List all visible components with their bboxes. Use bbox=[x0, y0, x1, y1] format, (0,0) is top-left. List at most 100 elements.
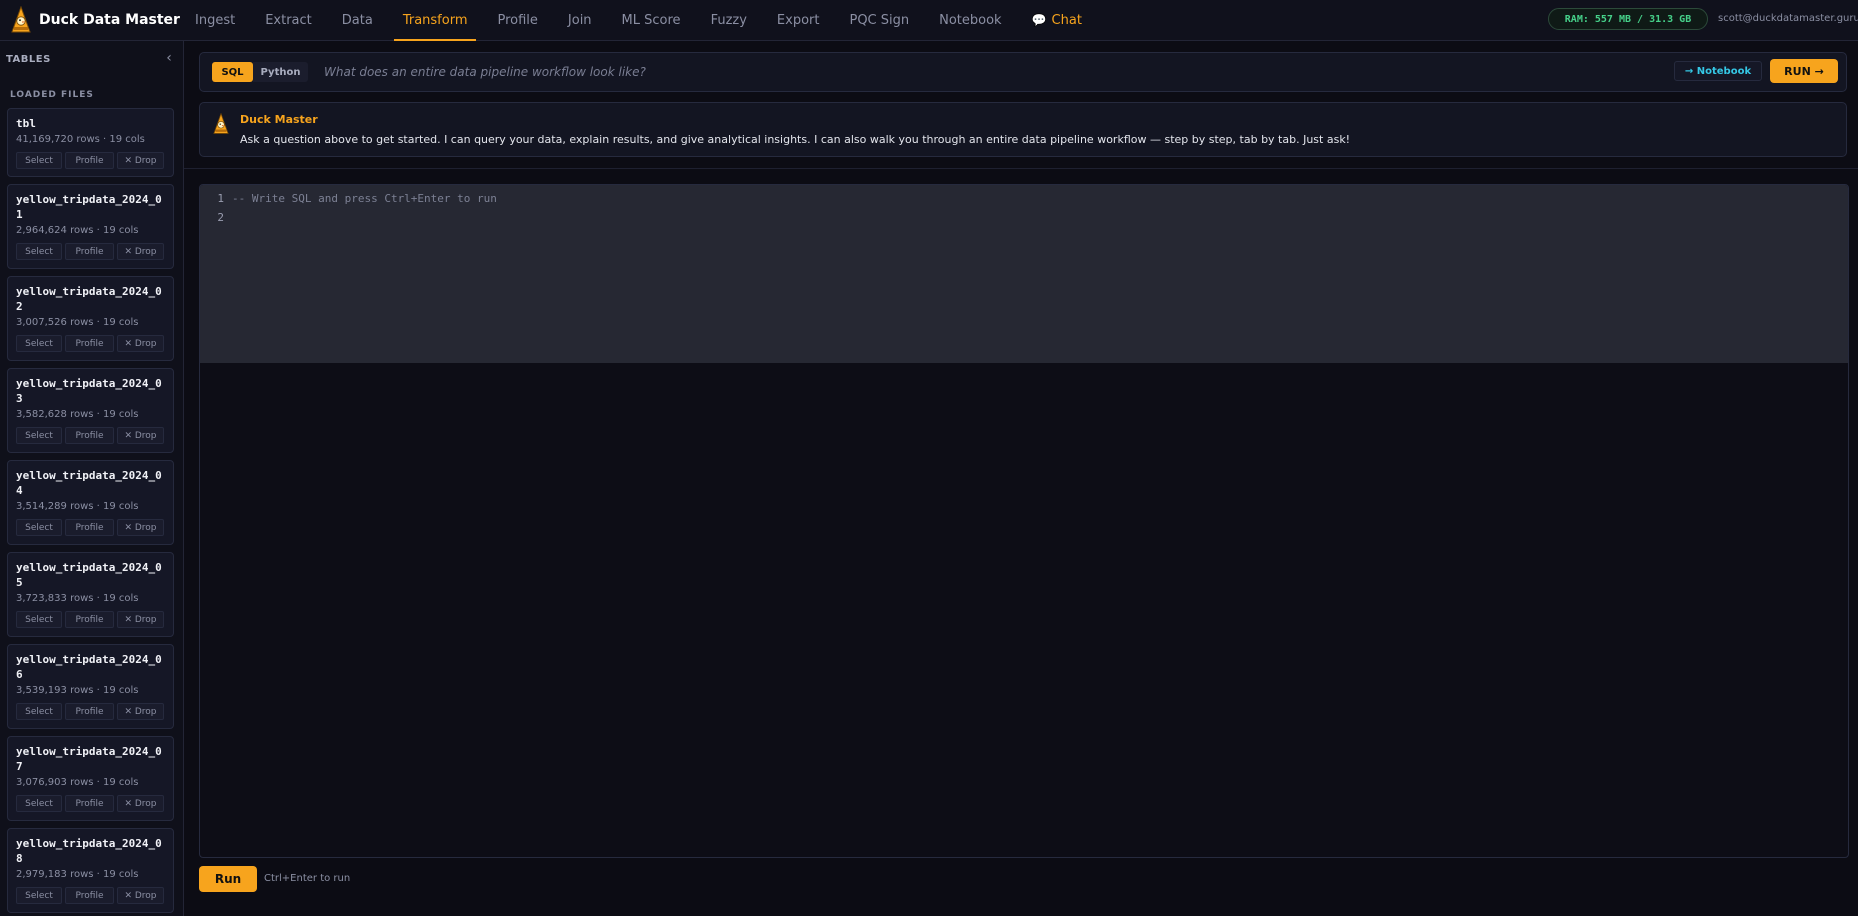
sidebar-title: TABLES bbox=[6, 54, 51, 65]
file-row-count: 3,514,289 rows · 19 cols bbox=[16, 501, 139, 512]
file-name: yellow_tripdata_2024_04 bbox=[16, 469, 162, 497]
loaded-files-heading: LOADED FILES bbox=[10, 90, 94, 100]
nav-tab-chat-label: Chat bbox=[1051, 12, 1082, 28]
nav-tab-chat[interactable]: 💬 Chat bbox=[1017, 0, 1097, 40]
file-name: yellow_tripdata_2024_01 bbox=[16, 193, 162, 221]
run-ask-button[interactable]: RUN → bbox=[1770, 59, 1838, 83]
file-card[interactable]: yellow_tripdata_2024_06 3,539,193 rows · … bbox=[7, 644, 174, 729]
mode-python-button[interactable]: Python bbox=[253, 62, 308, 82]
profile-table-button[interactable]: Profile bbox=[65, 611, 114, 628]
profile-table-button[interactable]: Profile bbox=[65, 427, 114, 444]
top-bar: Duck Data Master Ingest Extract Data Tra… bbox=[0, 0, 1858, 41]
file-name: yellow_tripdata_2024_02 bbox=[16, 285, 162, 313]
select-table-button[interactable]: Select bbox=[16, 703, 62, 720]
collapse-sidebar-icon[interactable]: ‹ bbox=[161, 50, 177, 68]
drop-table-button[interactable]: ✕ Drop bbox=[117, 887, 164, 904]
file-row-count: 3,076,903 rows · 19 cols bbox=[16, 777, 139, 788]
file-row-count: 41,169,720 rows · 19 cols bbox=[16, 134, 145, 145]
run-sql-button[interactable]: Run bbox=[199, 866, 257, 892]
profile-table-button[interactable]: Profile bbox=[65, 887, 114, 904]
drop-table-button[interactable]: ✕ Drop bbox=[117, 243, 164, 260]
nav-tab-pqc-sign[interactable]: PQC Sign bbox=[834, 0, 924, 40]
file-card[interactable]: yellow_tripdata_2024_07 3,076,903 rows · … bbox=[7, 736, 174, 821]
drop-table-button[interactable]: ✕ Drop bbox=[117, 427, 164, 444]
run-shortcut-hint: Ctrl+Enter to run bbox=[264, 873, 351, 884]
file-name: tbl bbox=[16, 117, 36, 130]
drop-table-button[interactable]: ✕ Drop bbox=[117, 519, 164, 536]
code-line: 1 -- Write SQL and press Ctrl+Enter to r… bbox=[200, 189, 1848, 208]
file-card[interactable]: yellow_tripdata_2024_08 2,979,183 rows · … bbox=[7, 828, 174, 913]
loaded-files-list: tbl 41,169,720 rows · 19 cols Select Profil… bbox=[7, 108, 175, 916]
tables-sidebar: TABLES ‹ LOADED FILES tbl 41,169,720 rows… bbox=[0, 41, 184, 916]
drop-table-button[interactable]: ✕ Drop bbox=[117, 795, 164, 812]
select-table-button[interactable]: Select bbox=[16, 611, 62, 628]
sql-editor[interactable]: 1 -- Write SQL and press Ctrl+Enter to r… bbox=[199, 184, 1849, 858]
file-actions: Select Profile ✕ Drop bbox=[16, 887, 165, 904]
file-row-count: 2,964,624 rows · 19 cols bbox=[16, 225, 139, 236]
select-table-button[interactable]: Select bbox=[16, 887, 62, 904]
send-to-notebook-button[interactable]: → Notebook bbox=[1674, 61, 1762, 81]
nav-tab-export[interactable]: Export bbox=[762, 0, 835, 40]
nav-tab-profile[interactable]: Profile bbox=[482, 0, 552, 40]
mode-sql-button[interactable]: SQL bbox=[212, 62, 253, 82]
assistant-message: Ask a question above to get started. I c… bbox=[240, 133, 1351, 146]
app-title: Duck Data Master bbox=[39, 12, 180, 28]
chat-bubble-icon: 💬 bbox=[1031, 13, 1047, 27]
duck-master-avatar-icon bbox=[213, 113, 229, 134]
ram-usage-badge: RAM: 557 MB / 31.3 GB bbox=[1548, 8, 1708, 30]
line-number: 2 bbox=[217, 211, 224, 224]
file-actions: Select Profile ✕ Drop bbox=[16, 243, 165, 260]
profile-table-button[interactable]: Profile bbox=[65, 243, 114, 260]
select-table-button[interactable]: Select bbox=[16, 335, 62, 352]
code-line-text: -- Write SQL and press Ctrl+Enter to run bbox=[232, 192, 497, 205]
drop-table-button[interactable]: ✕ Drop bbox=[117, 152, 164, 169]
file-actions: Select Profile ✕ Drop bbox=[16, 427, 165, 444]
nav-tab-data[interactable]: Data bbox=[327, 0, 388, 40]
ask-query-bar: SQL Python → Notebook RUN → bbox=[199, 52, 1847, 92]
file-actions: Select Profile ✕ Drop bbox=[16, 611, 165, 628]
file-card[interactable]: tbl 41,169,720 rows · 19 cols Select Profil… bbox=[7, 108, 174, 177]
file-card[interactable]: yellow_tripdata_2024_01 2,964,624 rows · … bbox=[7, 184, 174, 269]
ask-question-input[interactable] bbox=[324, 61, 1324, 83]
code-line: 2 bbox=[200, 208, 1848, 227]
select-table-button[interactable]: Select bbox=[16, 152, 62, 169]
file-card[interactable]: yellow_tripdata_2024_03 3,582,628 rows · … bbox=[7, 368, 174, 453]
profile-table-button[interactable]: Profile bbox=[65, 795, 114, 812]
select-table-button[interactable]: Select bbox=[16, 243, 62, 260]
nav-tab-fuzzy[interactable]: Fuzzy bbox=[696, 0, 762, 40]
profile-table-button[interactable]: Profile bbox=[65, 703, 114, 720]
profile-table-button[interactable]: Profile bbox=[65, 335, 114, 352]
profile-table-button[interactable]: Profile bbox=[65, 519, 114, 536]
file-row-count: 3,007,526 rows · 19 cols bbox=[16, 317, 139, 328]
profile-table-button[interactable]: Profile bbox=[65, 152, 114, 169]
drop-table-button[interactable]: ✕ Drop bbox=[117, 703, 164, 720]
file-card[interactable]: yellow_tripdata_2024_02 3,007,526 rows · … bbox=[7, 276, 174, 361]
sql-editor-code-area[interactable]: 1 -- Write SQL and press Ctrl+Enter to r… bbox=[200, 185, 1848, 363]
nav-tab-ml-score[interactable]: ML Score bbox=[607, 0, 696, 40]
duck-logo-icon bbox=[11, 6, 31, 33]
nav-tab-ingest[interactable]: Ingest bbox=[180, 0, 250, 40]
file-row-count: 3,582,628 rows · 19 cols bbox=[16, 409, 139, 420]
file-card[interactable]: yellow_tripdata_2024_05 3,723,833 rows · … bbox=[7, 552, 174, 637]
file-card[interactable]: yellow_tripdata_2024_04 3,514,289 rows · … bbox=[7, 460, 174, 545]
file-actions: Select Profile ✕ Drop bbox=[16, 335, 165, 352]
nav-tab-transform[interactable]: Transform bbox=[388, 0, 483, 41]
main-nav: Ingest Extract Data Transform Profile Jo… bbox=[180, 0, 1097, 41]
mode-toggle: SQL Python bbox=[212, 62, 308, 82]
drop-table-button[interactable]: ✕ Drop bbox=[117, 335, 164, 352]
line-number: 1 bbox=[217, 192, 224, 205]
nav-tab-notebook[interactable]: Notebook bbox=[924, 0, 1016, 40]
select-table-button[interactable]: Select bbox=[16, 427, 62, 444]
brand[interactable]: Duck Data Master bbox=[10, 6, 180, 34]
drop-table-button[interactable]: ✕ Drop bbox=[117, 611, 164, 628]
nav-tab-extract[interactable]: Extract bbox=[250, 0, 327, 40]
file-name: yellow_tripdata_2024_07 bbox=[16, 745, 162, 773]
file-row-count: 3,723,833 rows · 19 cols bbox=[16, 593, 139, 604]
assistant-panel: Duck Master Ask a question above to get … bbox=[199, 102, 1847, 157]
select-table-button[interactable]: Select bbox=[16, 795, 62, 812]
nav-tab-join[interactable]: Join bbox=[553, 0, 607, 40]
user-email[interactable]: scott@duckdatamaster.guru bbox=[1718, 13, 1858, 24]
select-table-button[interactable]: Select bbox=[16, 519, 62, 536]
file-name: yellow_tripdata_2024_03 bbox=[16, 377, 162, 405]
file-name: yellow_tripdata_2024_05 bbox=[16, 561, 162, 589]
